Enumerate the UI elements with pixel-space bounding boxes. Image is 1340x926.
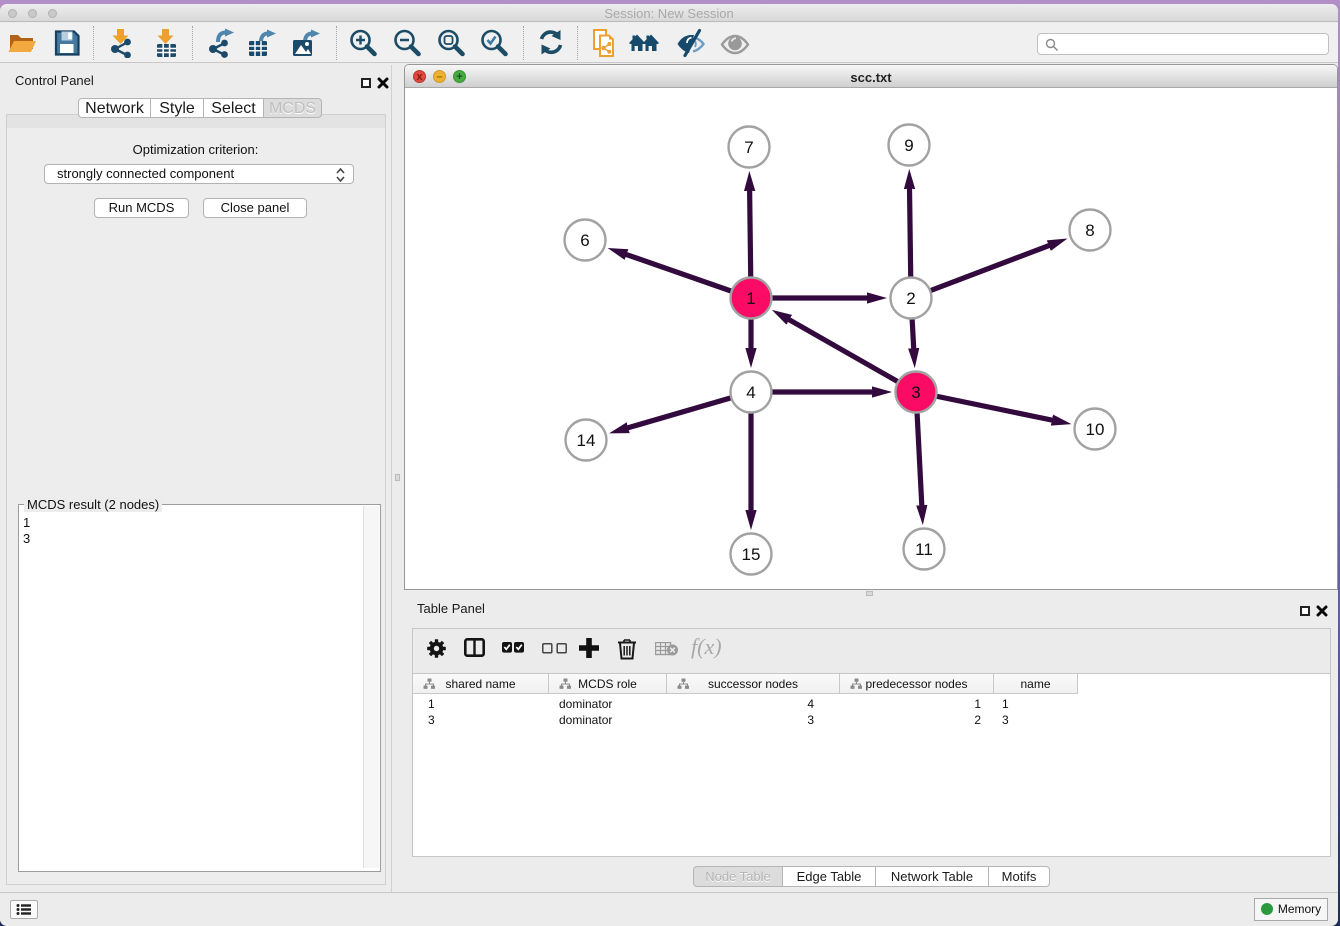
svg-text:2: 2	[906, 289, 915, 308]
svg-text:9: 9	[904, 136, 913, 155]
svg-text:10: 10	[1086, 420, 1105, 439]
svg-text:3: 3	[911, 383, 920, 402]
svg-text:8: 8	[1085, 221, 1094, 240]
svg-text:7: 7	[744, 138, 753, 157]
svg-text:14: 14	[577, 431, 596, 450]
svg-text:4: 4	[746, 383, 755, 402]
svg-text:1: 1	[746, 289, 755, 308]
svg-text:6: 6	[580, 231, 589, 250]
svg-text:11: 11	[915, 540, 933, 559]
svg-text:15: 15	[742, 545, 761, 564]
